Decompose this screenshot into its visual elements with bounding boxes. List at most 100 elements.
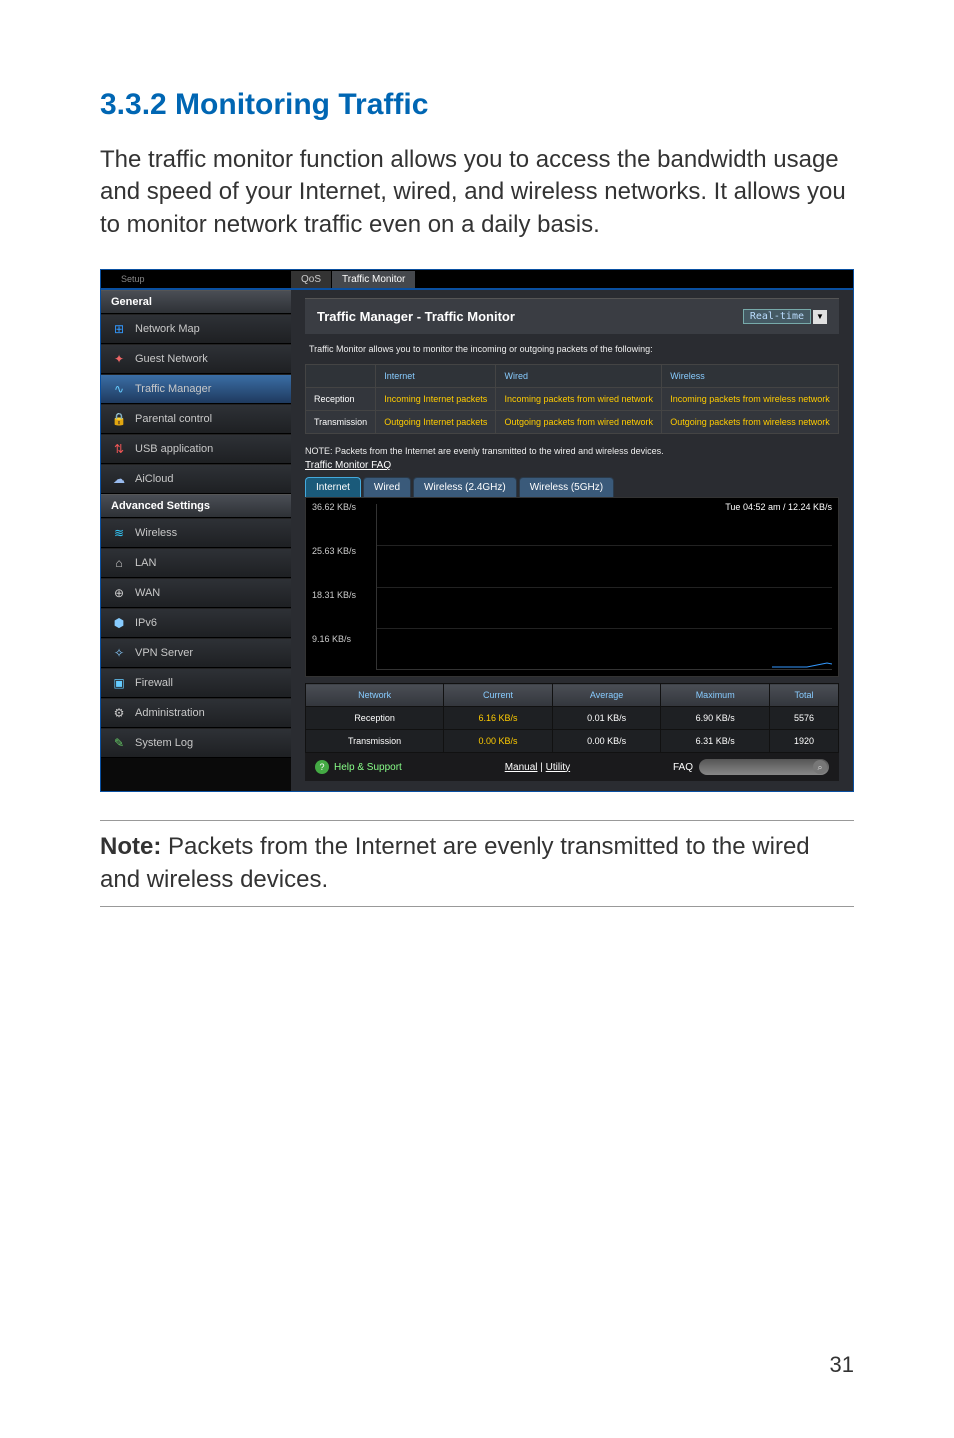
legend-cell[interactable]: Incoming packets from wired network [496, 388, 662, 411]
stat-header: Network [306, 684, 444, 707]
footer-bar: ? Help & Support Manual | Utility FAQ ⌕ [305, 753, 839, 781]
subtab-wireless-5[interactable]: Wireless (5GHz) [519, 477, 614, 497]
chevron-down-icon: ▼ [813, 310, 827, 324]
legend-header-wireless: Wireless [662, 365, 839, 388]
sidebar-icon: ▣ [111, 675, 127, 691]
tab-qos[interactable]: QoS [291, 271, 331, 288]
legend-cell[interactable]: Outgoing packets from wired network [496, 411, 662, 434]
sidebar-heading-advanced: Advanced Settings [101, 494, 291, 518]
chart-line-reception [772, 662, 832, 668]
sidebar-item[interactable]: ⇅ USB application [101, 434, 291, 464]
legend-cell[interactable]: Outgoing Internet packets [376, 411, 496, 434]
sidebar-item[interactable]: 🔒Parental control [101, 404, 291, 434]
sidebar-item-label: IPv6 [135, 617, 157, 629]
panel-description: Traffic Monitor allows you to monitor th… [305, 334, 839, 364]
legend-cell[interactable]: Incoming packets from wireless network [662, 388, 839, 411]
sidebar-icon: ⊞ [111, 321, 127, 337]
stat-cell: 6.31 KB/s [661, 730, 770, 753]
content-area: Traffic Manager - Traffic Monitor Real-t… [291, 290, 853, 791]
realtime-dropdown[interactable]: Real-time ▼ [743, 309, 827, 324]
subtab-wireless-24[interactable]: Wireless (2.4GHz) [413, 477, 517, 497]
legend-header-wired: Wired [496, 365, 662, 388]
legend-row-transmission: Transmission [306, 411, 376, 434]
legend-row-reception: Reception [306, 388, 376, 411]
chart-plot-area [376, 504, 832, 670]
sidebar-icon: ⇅ [111, 441, 127, 457]
stat-cell: 0.00 KB/s [444, 730, 553, 753]
intro-paragraph: The traffic monitor function allows you … [100, 144, 854, 241]
faq-label: FAQ [673, 762, 693, 773]
traffic-monitor-faq-link[interactable]: Traffic Monitor FAQ [305, 460, 391, 471]
subtab-wired[interactable]: Wired [363, 477, 411, 497]
sidebar-item[interactable]: ✧ VPN Server [101, 638, 291, 668]
sidebar-icon: ≋ [111, 525, 127, 541]
sidebar-icon: ✎ [111, 735, 127, 751]
sidebar-icon: ⬢ [111, 615, 127, 631]
sidebar-item[interactable]: ☁AiCloud [101, 464, 291, 494]
sidebar-item[interactable]: ⚙ Administration [101, 698, 291, 728]
utility-link[interactable]: Utility [546, 762, 570, 773]
packet-legend-table: Internet Wired Wireless Reception Incomi… [305, 364, 839, 434]
sidebar-icon: ⚙ [111, 705, 127, 721]
sidebar-icon: ✦ [111, 351, 127, 367]
sidebar-item-label: Guest Network [135, 353, 208, 365]
stat-cell: 1920 [770, 730, 839, 753]
legend-cell[interactable]: Incoming Internet packets [376, 388, 496, 411]
sidebar-item[interactable]: ⊕WAN [101, 578, 291, 608]
sidebar-heading-general: General [101, 290, 291, 314]
stat-cell: 0.00 KB/s [552, 730, 661, 753]
stat-header: Total [770, 684, 839, 707]
sidebar-item[interactable]: ✎ System Log [101, 728, 291, 758]
stat-row-name: Reception [306, 707, 444, 730]
legend-cell[interactable]: Outgoing packets from wireless network [662, 411, 839, 434]
sidebar-item[interactable]: ⊞Network Map [101, 314, 291, 344]
router-admin-screenshot: Setup QoS Traffic Monitor General ⊞Netwo… [100, 269, 854, 792]
sidebar-item-label: VPN Server [135, 647, 193, 659]
sidebar-item-label: Traffic Manager [135, 383, 211, 395]
sidebar-item[interactable]: ∿ Traffic Manager [101, 374, 291, 404]
realtime-label: Real-time [743, 309, 811, 324]
y-axis-label: 36.62 KB/s [312, 502, 356, 512]
sidebar-item-label: Parental control [135, 413, 212, 425]
sidebar-item-label: Administration [135, 707, 205, 719]
panel-title: Traffic Manager - Traffic Monitor [317, 309, 515, 324]
stat-cell: 0.01 KB/s [552, 707, 661, 730]
sidebar-item-label: Firewall [135, 677, 173, 689]
search-icon[interactable]: ⌕ [813, 760, 827, 774]
y-axis-label: 9.16 KB/s [312, 634, 351, 644]
faq-search-input[interactable]: ⌕ [699, 759, 829, 775]
stat-header: Maximum [661, 684, 770, 707]
sidebar-item[interactable]: ▣ Firewall [101, 668, 291, 698]
sidebar-item[interactable]: ≋ Wireless [101, 518, 291, 548]
sidebar: General ⊞Network Map ✦ Guest Network ∿ Traff… [101, 290, 291, 791]
stat-cell: 6.16 KB/s [444, 707, 553, 730]
document-note: Note: Packets from the Internet are even… [100, 820, 854, 907]
sidebar-item-label: USB application [135, 443, 213, 455]
stat-cell: 6.90 KB/s [661, 707, 770, 730]
sidebar-item-label: WAN [135, 587, 160, 599]
tab-traffic-monitor[interactable]: Traffic Monitor [332, 271, 415, 288]
page-number: 31 [830, 1352, 854, 1378]
footer-links: Manual | Utility [505, 762, 570, 773]
sidebar-icon: ∿ [111, 381, 127, 397]
stat-cell: 5576 [770, 707, 839, 730]
section-heading: 3.3.2 Monitoring Traffic [100, 88, 854, 122]
sidebar-item[interactable]: ✦ Guest Network [101, 344, 291, 374]
sidebar-item[interactable]: ⬢ IPv6 [101, 608, 291, 638]
stat-header: Current [444, 684, 553, 707]
subtab-internet[interactable]: Internet [305, 477, 361, 497]
sidebar-item-label: Wireless [135, 527, 177, 539]
sidebar-icon: ✧ [111, 645, 127, 661]
setup-label: Setup [101, 274, 291, 284]
sidebar-icon: ⌂ [111, 555, 127, 571]
sidebar-item[interactable]: ⌂LAN [101, 548, 291, 578]
sidebar-item-label: System Log [135, 737, 193, 749]
top-tab-bar: Setup QoS Traffic Monitor [101, 270, 853, 290]
stats-table: Network Current Average Maximum Total Re… [305, 683, 839, 753]
sidebar-item-label: AiCloud [135, 473, 174, 485]
manual-link[interactable]: Manual [505, 762, 538, 773]
help-support[interactable]: ? Help & Support [315, 760, 402, 774]
y-axis-label: 25.63 KB/s [312, 546, 356, 556]
y-axis-label: 18.31 KB/s [312, 590, 356, 600]
stat-row-name: Transmission [306, 730, 444, 753]
